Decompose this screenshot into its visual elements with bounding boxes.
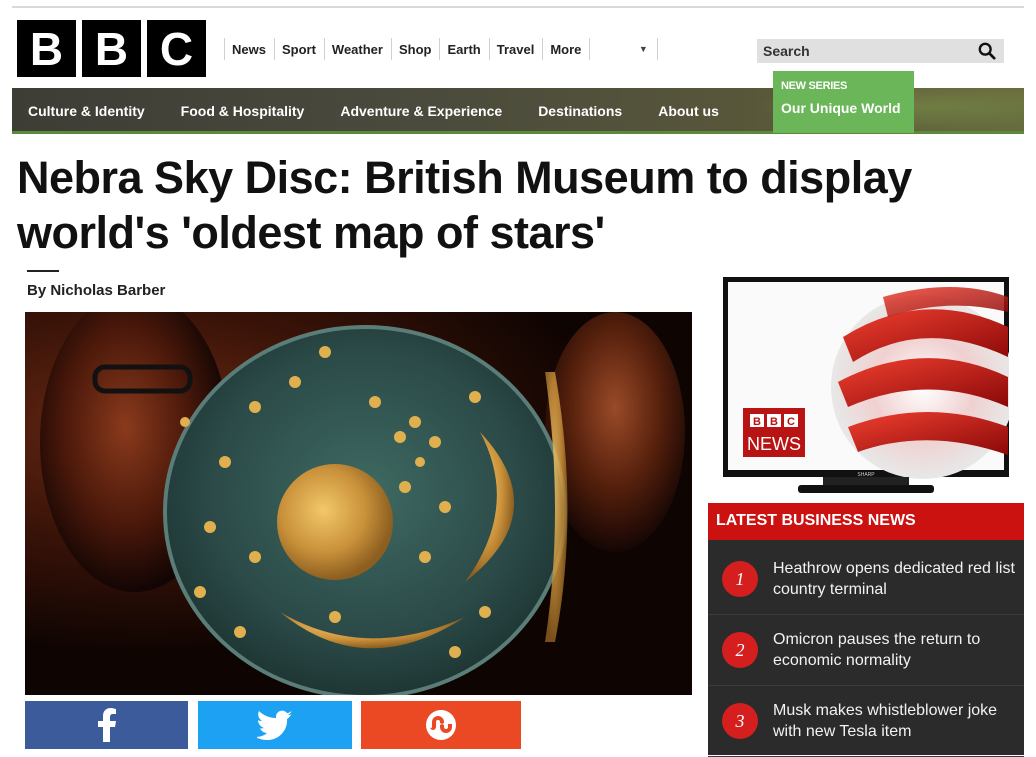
sky-disc-illustration [40,312,685,695]
top-navigation: News Sport Weather Shop Earth Travel Mor… [224,38,677,60]
facebook-share-button[interactable] [25,701,188,749]
topnav-divider [589,38,629,60]
facebook-icon [97,708,116,742]
topnav-sport[interactable]: Sport [273,38,324,60]
logo-letter: B [17,20,76,77]
news-rank-badge: 3 [722,703,758,739]
news-header: LATEST BUSINESS NEWS [708,503,1024,540]
news-headline[interactable]: Omicron pauses the return to economic no… [773,629,1018,671]
bbc-news-tv-ad[interactable]: B B C NEWS SHARP [723,277,1015,497]
news-item[interactable]: 2 Omicron pauses the return to economic … [708,615,1024,686]
topnav-weather[interactable]: Weather [323,38,391,60]
topnav-earth[interactable]: Earth [439,38,488,60]
article-headline: Nebra Sky Disc: British Museum to displa… [17,152,912,258]
nav-about-us[interactable]: About us [658,88,719,131]
topnav-divider [657,38,677,60]
tv-logo-letter: B [770,416,778,428]
stumbleupon-share-button[interactable] [361,701,521,749]
stumbleupon-icon [426,710,456,740]
topnav-travel[interactable]: Travel [488,38,543,60]
logo-letter: C [147,20,206,77]
tv-logo-letter: B [753,416,761,428]
news-rank-badge: 2 [722,632,758,668]
tv-logo-letter: C [787,416,795,428]
series-tag: NEW SERIES [781,80,848,92]
latest-business-news: LATEST BUSINESS NEWS 1 Heathrow opens de… [708,503,1024,757]
chevron-down-icon[interactable]: ▼ [629,38,657,60]
nav-culture-identity[interactable]: Culture & Identity [28,88,145,131]
nav-destinations[interactable]: Destinations [538,88,622,131]
twitter-share-button[interactable] [198,701,352,749]
topnav-news[interactable]: News [224,38,274,60]
nav-adventure-experience[interactable]: Adventure & Experience [340,88,502,131]
nav-food-hospitality[interactable]: Food & Hospitality [181,88,305,131]
tv-logo-news: NEWS [747,434,801,454]
news-item[interactable]: 1 Heathrow opens dedicated red list coun… [708,544,1024,615]
new-series-promo[interactable]: NEW SERIES Our Unique World [773,71,914,133]
news-item[interactable]: 3 Musk makes whistleblower joke with new… [708,686,1024,757]
tv-brand: SHARP [857,472,875,478]
search-box [757,39,1004,63]
top-divider [12,6,1024,8]
bbc-logo[interactable]: B B C [17,20,206,77]
search-icon[interactable] [978,42,996,60]
topnav-shop[interactable]: Shop [390,38,440,60]
news-headline[interactable]: Heathrow opens dedicated red list countr… [773,558,1018,600]
news-rank-badge: 1 [722,561,758,597]
topnav-more[interactable]: More [542,38,589,60]
news-headline[interactable]: Musk makes whistleblower joke with new T… [773,700,1018,742]
search-input[interactable] [763,43,963,59]
byline-rule [27,270,59,272]
article-hero-image [25,312,692,695]
logo-letter: B [82,20,141,77]
series-title: Our Unique World [781,100,901,116]
article-byline: By Nicholas Barber [27,282,166,299]
tv-illustration: B B C NEWS SHARP [723,277,1015,493]
twitter-icon [257,710,292,740]
